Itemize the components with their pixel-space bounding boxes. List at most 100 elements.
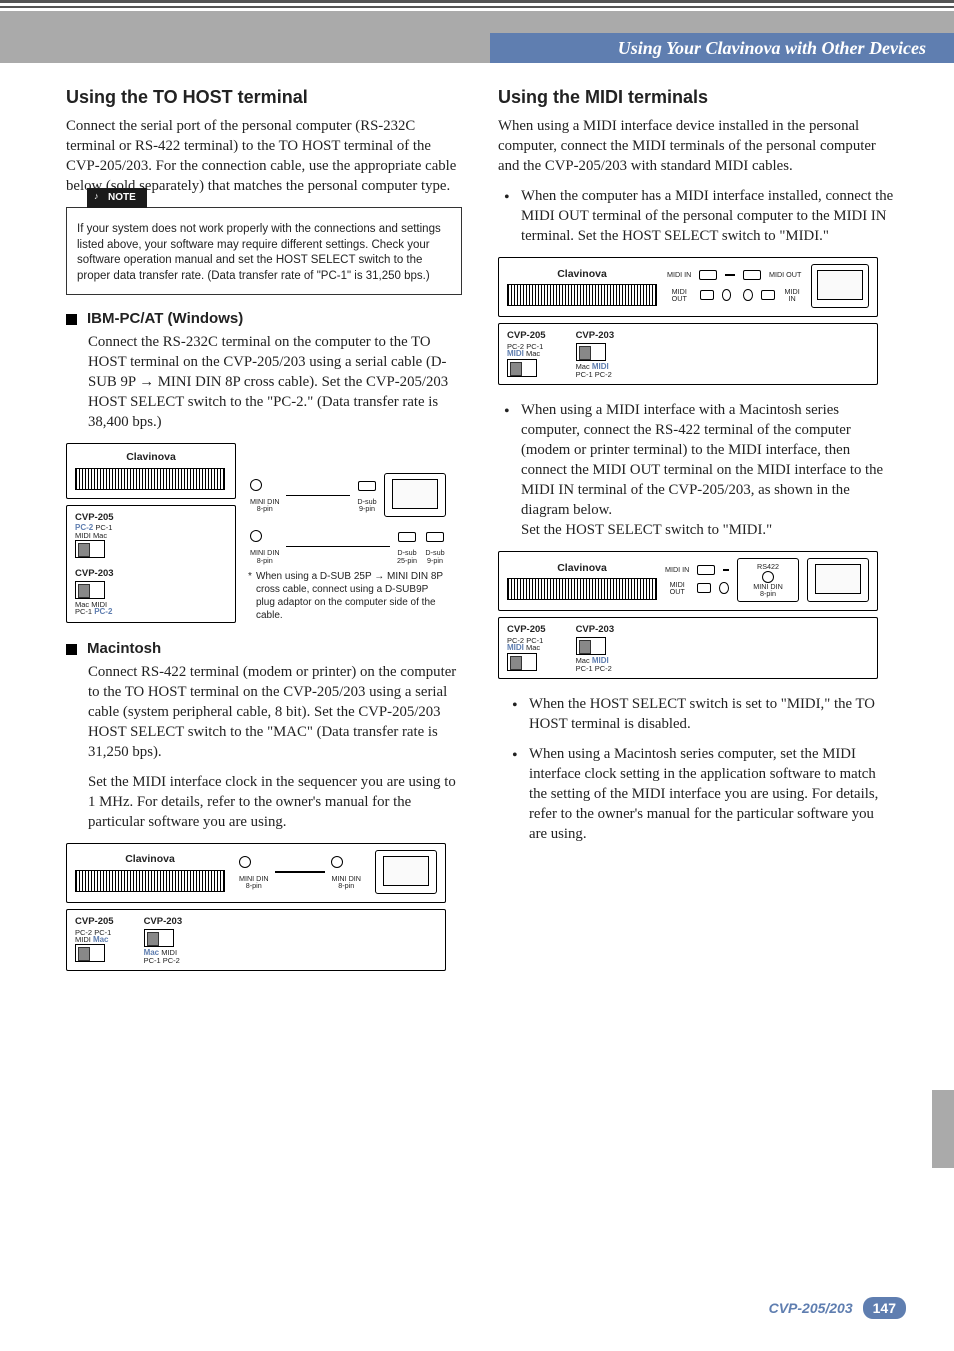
right-column: Using the MIDI terminals When using a MI…	[498, 85, 894, 987]
diagram-switch-box: CVP-205 PC-2 PC-1 MIDI Mac CVP-203 Mac M…	[66, 505, 236, 624]
switch-pc2-label: PC-2	[163, 956, 180, 965]
note-badge: NOTE	[87, 188, 147, 208]
switch-pc2-label: PC-2	[595, 664, 612, 673]
subsection-mac-title: Macintosh	[87, 639, 161, 659]
diagram-clavinova-label: Clavinova	[507, 267, 657, 281]
bullet-text: When using a MIDI interface with a Macin…	[521, 401, 894, 541]
computer-icon	[807, 558, 869, 602]
keyboard-icon	[75, 468, 225, 490]
connector-icon	[762, 571, 774, 583]
page-footer: CVP-205/203 147	[769, 1297, 906, 1319]
section-title-to-host: Using the TO HOST terminal	[66, 85, 462, 109]
conn-label-midi-in: MIDI IN	[667, 271, 691, 278]
midi-interface-icon: RS422 MINI DIN 8-pin	[737, 558, 799, 602]
connector-icon	[250, 479, 262, 491]
conn-label-minidin: MINI DIN 8-pin	[331, 875, 361, 889]
breadcrumb: Using Your Clavinova with Other Devices	[618, 38, 926, 59]
connector-icon	[358, 481, 376, 491]
subsection-ibm: IBM-PC/AT (Windows)	[66, 309, 462, 329]
conn-label-minidin: MINI DIN 8-pin	[239, 875, 269, 889]
diagram-footnote: * When using a D-SUB 25P → MINI DIN 8P c…	[250, 570, 446, 622]
conn-label-dsub25: D-sub 25-pin	[396, 549, 418, 563]
diagram-cvp203-label: CVP-203	[75, 568, 114, 581]
diagram-clavinova-box: Clavinova	[66, 443, 236, 498]
to-host-intro: Connect the serial port of the personal …	[66, 117, 462, 197]
footnote-text: When using a D-SUB 25P → MINI DIN 8P cro…	[256, 571, 443, 621]
header-blue: Using Your Clavinova with Other Devices	[490, 33, 954, 63]
switch-pc2-label: PC-2	[595, 370, 612, 379]
bullet-text: When the computer has a MIDI interface i…	[521, 187, 894, 247]
conn-label-midi-out: MIDI OUT	[665, 581, 689, 595]
switch-pc1-label: PC-1	[576, 664, 593, 673]
diagram-clavinova-box: Clavinova MINI DIN 8-pin MINI DIN 8-pin	[66, 843, 446, 903]
bullet-item: When using a MIDI interface with a Macin…	[504, 401, 894, 541]
main-content: Using the TO HOST terminal Connect the s…	[0, 63, 954, 987]
switch-midi-label: MIDI	[507, 643, 524, 652]
switch-pc1-label: PC-1	[144, 956, 161, 965]
note-box: NOTE If your system does not work proper…	[66, 207, 462, 295]
connector-icon	[743, 270, 761, 280]
switch-midi-label: MIDI	[75, 935, 91, 944]
header-grey	[0, 33, 490, 63]
host-select-switch-icon	[75, 944, 105, 962]
square-bullet-icon	[66, 314, 77, 325]
computer-icon	[384, 473, 446, 517]
diagram-clavinova-label: Clavinova	[75, 450, 227, 464]
switch-midi-label: MIDI	[507, 349, 524, 358]
diagram-switch-box: CVP-205 PC-2 PC-1 MIDI Mac CVP-203 Mac M…	[498, 323, 878, 385]
bullet-dot-icon	[504, 187, 511, 247]
sub-bullet-text: When using a Macintosh series computer, …	[529, 745, 894, 845]
diagram-cvp203-label: CVP-203	[576, 624, 615, 637]
conn-label-midi-in: MIDI IN	[783, 288, 801, 302]
square-bullet-icon	[66, 644, 77, 655]
computer-icon	[811, 264, 869, 308]
diagram-switch-box: CVP-205 PC-2 PC-1 MIDI Mac CVP-203 Mac M…	[498, 617, 878, 679]
bullet-dot-icon	[512, 695, 519, 735]
diagram-mac: Clavinova MINI DIN 8-pin MINI DIN 8-pin …	[66, 843, 446, 971]
switch-pc1-label: PC-1	[576, 370, 593, 379]
keyboard-icon	[507, 578, 657, 600]
host-select-switch-icon	[507, 359, 537, 377]
subsection-mac: Macintosh	[66, 639, 462, 659]
decor-band	[0, 11, 954, 33]
diagram-clavinova-box: Clavinova MIDI IN MIDI OUT	[498, 551, 878, 611]
diagram-clavinova-label: Clavinova	[507, 561, 657, 575]
left-column: Using the TO HOST terminal Connect the s…	[66, 85, 462, 987]
diagram-ibm: Clavinova CVP-205 PC-2 PC-1 MIDI Mac	[66, 443, 446, 623]
connector-icon	[700, 290, 714, 300]
conn-label-minidin: MINI DIN 8-pin	[250, 549, 280, 563]
switch-mac-label: Mac	[526, 643, 540, 652]
connector-icon	[719, 582, 729, 594]
sub-bullet-text: When the HOST SELECT switch is set to "M…	[529, 695, 894, 735]
switch-mac-label: Mac	[526, 349, 540, 358]
diagram-midi-mac: Clavinova MIDI IN MIDI OUT	[498, 551, 878, 679]
switch-pc1-label: PC-1	[75, 607, 92, 616]
diagram-clavinova-box: Clavinova MIDI IN MIDI OUT MIDI OUT	[498, 257, 878, 317]
diagram-cvp203-label: CVP-203	[576, 330, 615, 343]
keyboard-icon	[507, 284, 657, 306]
host-select-switch-icon	[576, 343, 606, 361]
host-select-switch-icon	[75, 581, 105, 599]
connector-icon	[398, 532, 416, 542]
ibm-body: Connect the RS-232C terminal on the comp…	[88, 333, 462, 433]
host-select-switch-icon	[75, 540, 105, 558]
connector-icon	[426, 532, 444, 542]
page-header: Using Your Clavinova with Other Devices	[0, 33, 954, 63]
conn-label-dsub9: D-sub 9-pin	[356, 498, 378, 512]
diagram-switch-box: CVP-205 PC-2 PC-1 MIDI Mac CVP-203 Mac M…	[66, 909, 446, 971]
conn-label-minidin: MINI DIN 8-pin	[753, 583, 783, 597]
diagram-cvp203-label: CVP-203	[144, 916, 183, 929]
subsection-ibm-title: IBM-PC/AT (Windows)	[87, 309, 243, 329]
side-thumb-tab	[932, 1090, 954, 1168]
sub-bullet-item: When using a Macintosh series computer, …	[512, 745, 894, 845]
decor-line	[0, 6, 954, 8]
sub-bullet-item: When the HOST SELECT switch is set to "M…	[512, 695, 894, 735]
conn-label-midi-in: MIDI IN	[665, 566, 689, 573]
connector-icon	[250, 530, 262, 542]
connector-icon	[331, 856, 343, 868]
bullet-dot-icon	[512, 745, 519, 845]
keyboard-icon	[75, 870, 225, 892]
host-select-switch-icon	[576, 637, 606, 655]
conn-label-rs422: RS422	[757, 563, 779, 570]
connector-icon	[722, 289, 732, 301]
